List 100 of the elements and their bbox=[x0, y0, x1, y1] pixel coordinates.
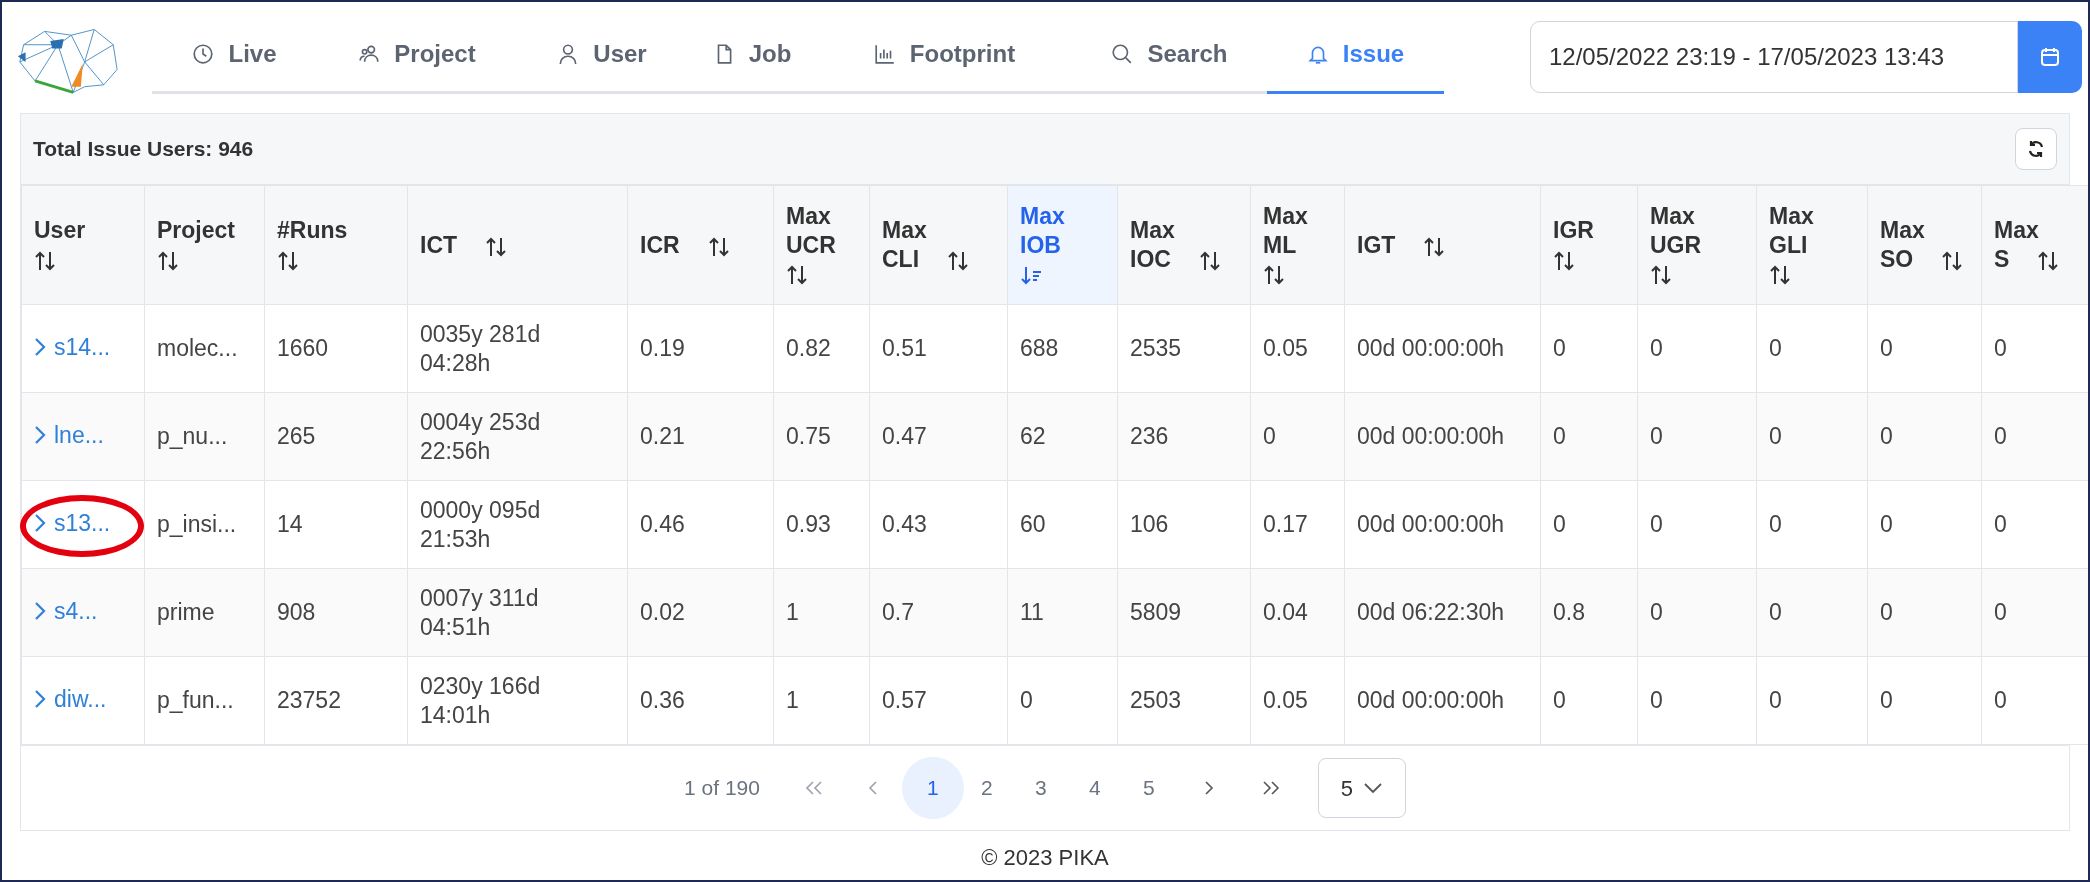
refresh-button[interactable] bbox=[2015, 128, 2057, 170]
table-cell: molec... bbox=[157, 335, 238, 362]
table-cell: 0000y 095d 21:53h bbox=[420, 496, 541, 552]
table-cell: 1 bbox=[786, 687, 799, 714]
table-cell: 0 bbox=[1650, 511, 1663, 538]
user-link[interactable]: diw... bbox=[34, 684, 107, 714]
nav-tab[interactable]: Search bbox=[1072, 16, 1267, 94]
sort-icon bbox=[157, 249, 179, 272]
sort-descending-icon bbox=[1020, 264, 1042, 287]
date-range-field[interactable]: 12/05/2022 23:19 - 17/05/2023 13:43 bbox=[1530, 21, 2018, 93]
nav-tab[interactable]: User bbox=[517, 16, 687, 94]
table-cell: 0.75 bbox=[786, 423, 831, 450]
table-cell: 0 bbox=[1994, 423, 2007, 450]
table-cell: 5809 bbox=[1130, 599, 1182, 626]
column-header[interactable]: IGT bbox=[1344, 185, 1541, 305]
user-link[interactable]: s4... bbox=[34, 596, 98, 626]
nav-tab[interactable]: Live bbox=[152, 16, 317, 94]
user-link[interactable]: lne... bbox=[34, 420, 104, 450]
column-header[interactable]: Max GLI bbox=[1756, 185, 1868, 305]
sort-icon bbox=[34, 249, 56, 272]
page-button[interactable]: 1 bbox=[901, 757, 964, 819]
table-cell: 0 bbox=[1650, 599, 1663, 626]
sort-icon bbox=[485, 235, 508, 258]
table-cell: 62 bbox=[1020, 423, 1046, 450]
table-cell: 0007y 311d 04:51h bbox=[420, 584, 539, 640]
column-header[interactable]: ICR bbox=[627, 185, 774, 305]
nav-tab[interactable]: Job bbox=[687, 16, 817, 94]
column-header[interactable]: Max IOC bbox=[1117, 185, 1251, 305]
table-cell: 0 bbox=[1769, 511, 1782, 538]
sort-icon bbox=[1941, 249, 1964, 272]
table-cell: 236 bbox=[1130, 423, 1169, 450]
table-cell: p_fun... bbox=[157, 687, 234, 714]
column-header[interactable]: User bbox=[21, 185, 145, 305]
table-cell: 0.05 bbox=[1263, 335, 1308, 362]
table-cell: 688 bbox=[1020, 335, 1059, 362]
bar-chart-icon bbox=[873, 42, 896, 65]
column-header[interactable]: Project bbox=[144, 185, 265, 305]
table-cell: 0 bbox=[1769, 335, 1782, 362]
table-cell: 0 bbox=[1880, 335, 1893, 362]
table-cell: p_insi... bbox=[157, 511, 237, 538]
table-cell: 0 bbox=[1553, 335, 1566, 362]
nav-tab[interactable]: Project bbox=[317, 16, 517, 94]
column-header[interactable]: Max CLI bbox=[869, 185, 1008, 305]
column-header[interactable]: Max IOB bbox=[1007, 185, 1118, 305]
table-cell: 0.47 bbox=[882, 423, 927, 450]
table-cell: 00d 00:00:00h bbox=[1357, 335, 1505, 362]
table-cell: 0.05 bbox=[1263, 687, 1308, 714]
sort-icon bbox=[1423, 235, 1446, 258]
chevron-right-icon bbox=[34, 513, 46, 534]
column-header[interactable]: Max ML bbox=[1250, 185, 1345, 305]
footer-text: © 2023 PIKA bbox=[981, 844, 1109, 872]
chevron-right-icon bbox=[34, 337, 46, 358]
table-cell: 0.17 bbox=[1263, 511, 1308, 538]
column-header[interactable]: #Runs bbox=[264, 185, 408, 305]
table-cell: 0 bbox=[1553, 687, 1566, 714]
table-cell: 0004y 253d 22:56h bbox=[420, 408, 541, 464]
table-cell: 0 bbox=[1994, 511, 2007, 538]
page-size-select[interactable]: 5 bbox=[1317, 758, 1406, 818]
table-cell: 0.93 bbox=[786, 511, 831, 538]
table-cell: 0 bbox=[1880, 599, 1893, 626]
sort-icon bbox=[947, 249, 970, 272]
table-cell: 2535 bbox=[1130, 335, 1182, 362]
calendar-icon bbox=[2038, 45, 2062, 69]
page-summary: 1 of 190 bbox=[684, 775, 760, 802]
table-cell: 00d 00:00:00h bbox=[1357, 511, 1505, 538]
chevron-down-icon bbox=[1363, 782, 1384, 794]
clock-icon bbox=[192, 42, 215, 65]
sort-icon bbox=[1769, 264, 1791, 287]
table-cell: 0 bbox=[1769, 423, 1782, 450]
nav-tab[interactable]: Issue bbox=[1267, 16, 1444, 94]
column-header[interactable]: Max SO bbox=[1867, 185, 1982, 305]
chevron-right-icon bbox=[34, 425, 46, 446]
column-header[interactable]: ICT bbox=[407, 185, 628, 305]
card-title: Total Issue Users: 946 bbox=[33, 136, 254, 163]
table-cell: 0.51 bbox=[882, 335, 927, 362]
table-cell: 60 bbox=[1020, 511, 1046, 538]
sort-icon bbox=[707, 235, 730, 258]
table-cell: 0.04 bbox=[1263, 599, 1308, 626]
calendar-button[interactable] bbox=[2018, 21, 2082, 93]
table-cell: 0.7 bbox=[882, 599, 914, 626]
sort-icon bbox=[1263, 264, 1285, 287]
double-chevron-left-icon bbox=[804, 781, 823, 795]
table-cell: 0 bbox=[1553, 423, 1566, 450]
nav-tab[interactable]: Footprint bbox=[817, 16, 1072, 94]
table-cell: 106 bbox=[1130, 511, 1169, 538]
search-icon bbox=[1111, 42, 1134, 65]
table-cell: 0.21 bbox=[640, 423, 685, 450]
sort-icon bbox=[277, 249, 299, 272]
table-cell: prime bbox=[157, 599, 215, 626]
column-header[interactable]: Max UCR bbox=[773, 185, 870, 305]
sort-icon bbox=[786, 264, 808, 287]
column-header[interactable]: IGR bbox=[1540, 185, 1638, 305]
table-cell: 0 bbox=[1880, 423, 1893, 450]
chevron-left-icon bbox=[867, 781, 878, 795]
table-cell: 0 bbox=[1650, 423, 1663, 450]
table-cell: 0.82 bbox=[786, 335, 831, 362]
table-cell: 0.19 bbox=[640, 335, 685, 362]
table-cell: 0.46 bbox=[640, 511, 685, 538]
column-header[interactable]: Max UGR bbox=[1637, 185, 1757, 305]
column-header[interactable]: Max S bbox=[1981, 185, 2088, 305]
